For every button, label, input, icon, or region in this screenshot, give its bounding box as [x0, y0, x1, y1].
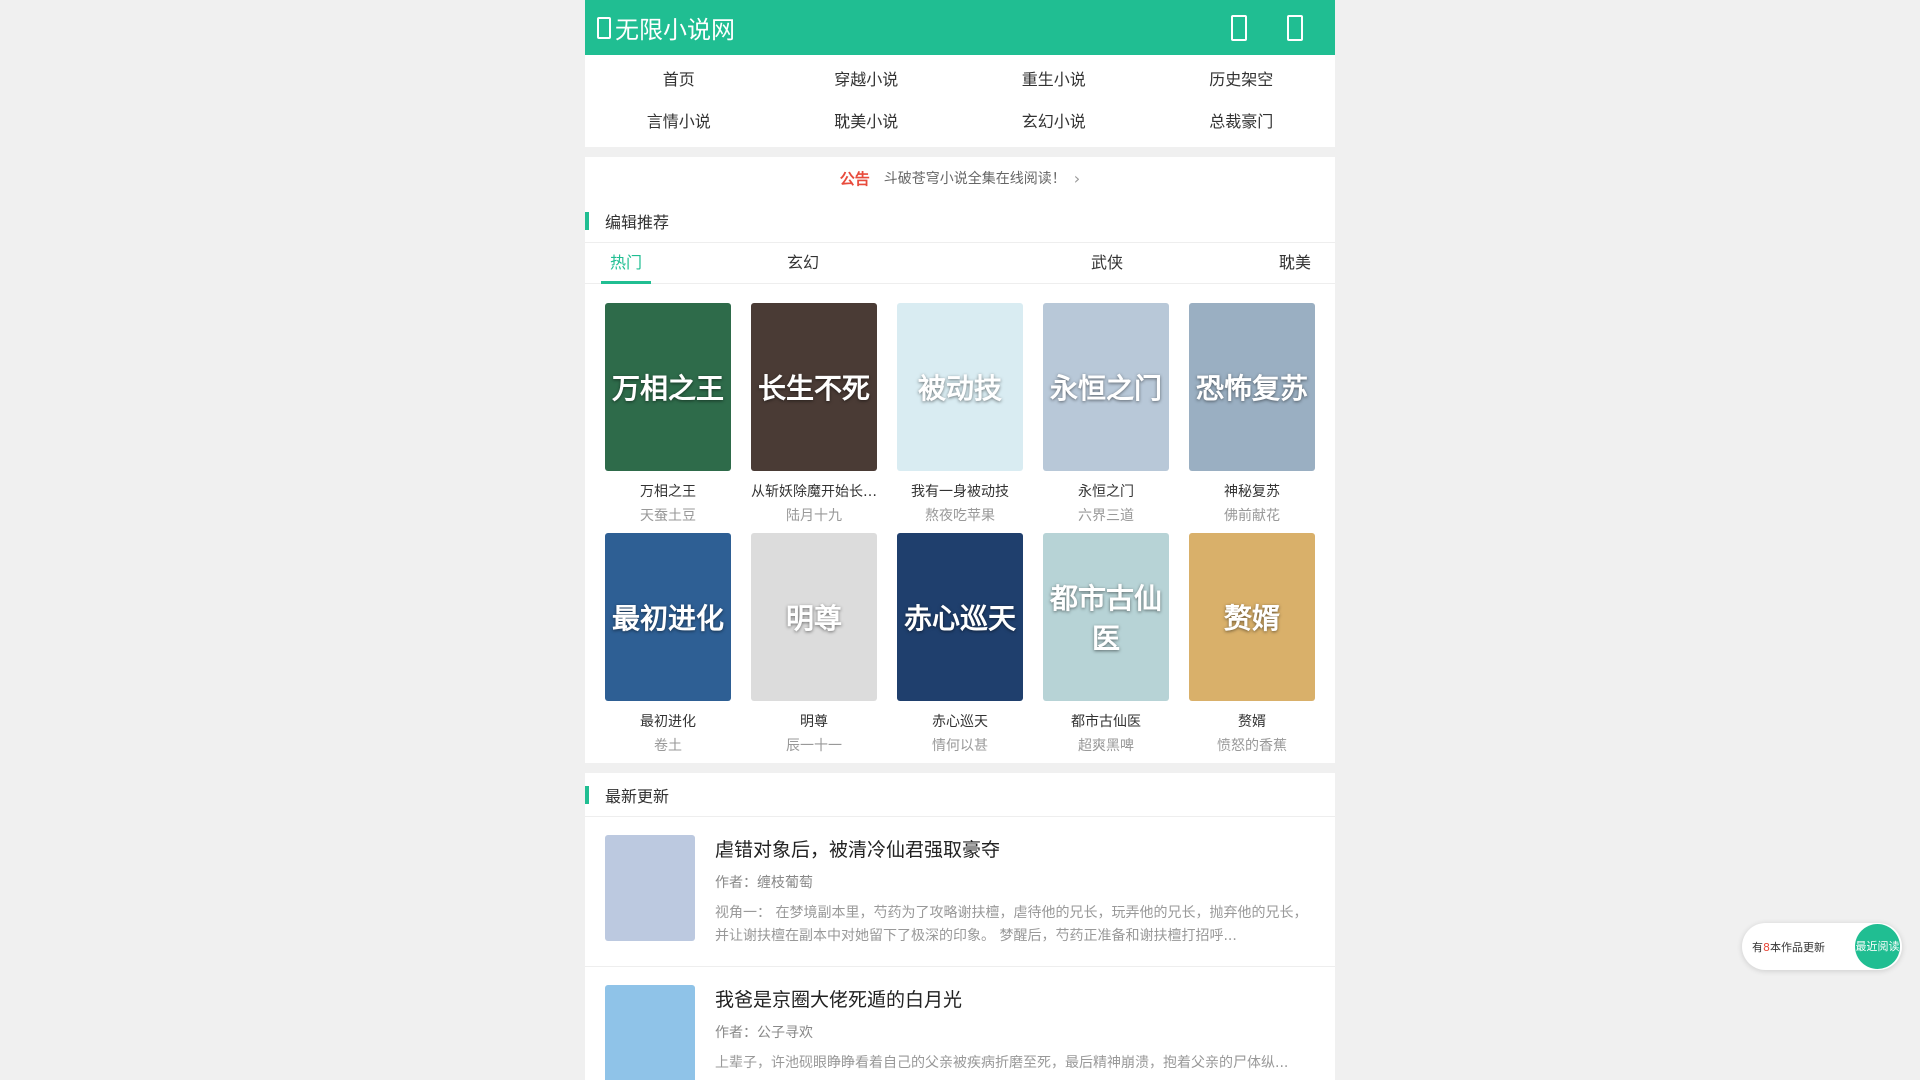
recent-updates-floater[interactable]: 有8本作品更新 最近阅读 [1742, 923, 1902, 970]
book-cover[interactable]: 被动技 [897, 303, 1023, 471]
book-author: 辰一十一 [786, 738, 842, 754]
book-title[interactable]: 都市古仙医 [1043, 711, 1169, 731]
book-author: 天蚕土豆 [640, 508, 696, 524]
book-author: 卷土 [654, 738, 682, 754]
book-cover[interactable]: 恐怖复苏 [1189, 303, 1315, 471]
book-author: 作者：缠枝葡萄 [715, 875, 813, 891]
nav-item-rebirth[interactable]: 重生小说 [960, 59, 1148, 101]
nav-item-romance[interactable]: 言情小说 [585, 101, 773, 143]
book-description: 视角一： 在梦境副本里，芍药为了攻略谢扶檀，虐待他的兄长，玩弄他的兄长，抛弃他的… [715, 905, 1308, 944]
latest-updates-section: 最新更新 虐错对象后，被清冷仙君强取豪夺作者：缠枝葡萄视角一： 在梦境副本里，芍… [585, 773, 1335, 1080]
tab-fantasy[interactable]: 玄幻 [651, 243, 955, 283]
nav-item-fantasy[interactable]: 玄幻小说 [960, 101, 1148, 143]
nav-item-ceo[interactable]: 总裁豪门 [1148, 101, 1336, 143]
section-title: 最新更新 [605, 786, 670, 806]
book-title[interactable]: 赘婿 [1189, 711, 1315, 731]
user-icon[interactable] [1267, 0, 1323, 55]
section-title: 编辑推荐 [605, 212, 670, 232]
book-icon [597, 16, 611, 39]
book-cover[interactable]: 赘婿 [1189, 533, 1315, 701]
book-cover[interactable]: 明尊 [751, 533, 877, 701]
book-card[interactable]: 万相之王 万相之王 天蚕土豆 [605, 303, 731, 525]
nav-item-home[interactable]: 首页 [585, 59, 773, 101]
book-card[interactable]: 都市古仙医 都市古仙医 超爽黑啤 [1043, 533, 1169, 755]
book-author: 陆月十九 [786, 508, 842, 524]
book-author: 六界三道 [1078, 508, 1134, 524]
latest-list: 虐错对象后，被清冷仙君强取豪夺作者：缠枝葡萄视角一： 在梦境副本里，芍药为了攻略… [585, 817, 1335, 1080]
book-author: 超爽黑啤 [1078, 738, 1134, 754]
book-author: 情何以甚 [932, 738, 988, 754]
notice-text: 斗破苍穹小说全集在线阅读！ [883, 171, 1066, 187]
search-icon[interactable] [1211, 0, 1267, 55]
book-description: 上辈子，许池砚眼睁睁看着自己的父亲被疾病折磨至死，最后精神崩溃，抱着父亲的尸体纵… [715, 1055, 1289, 1071]
section-header: 编辑推荐 [585, 199, 1335, 243]
notice-bar[interactable]: 公告 斗破苍穹小说全集在线阅读！ › [585, 157, 1335, 199]
tab-bar: 热门 玄幻 武侠 耽美 [585, 243, 1335, 284]
book-card[interactable]: 被动技我有一身被动技熬夜吃苹果 [897, 303, 1023, 525]
book-title[interactable]: 最初进化 [605, 711, 731, 731]
book-cover[interactable]: 万相之王 [605, 303, 731, 471]
tab-hot[interactable]: 热门 [601, 243, 651, 284]
list-item[interactable]: 虐错对象后，被清冷仙君强取豪夺作者：缠枝葡萄视角一： 在梦境副本里，芍药为了攻略… [585, 817, 1335, 967]
book-author: 作者：公子寻欢 [715, 1025, 813, 1041]
book-title[interactable]: 我有一身被动技 [897, 481, 1023, 501]
book-author: 愤怒的香蕉 [1217, 738, 1287, 754]
book-grid: 万相之王万相之王天蚕土豆长生不死从斩妖除魔开始长生不死陆月十九被动技我有一身被动… [585, 284, 1335, 763]
book-cover[interactable]: 长生不死 [751, 303, 877, 471]
floater-text: 有8本作品更新 [1752, 940, 1825, 954]
book-thumbnail[interactable] [605, 985, 695, 1080]
list-item[interactable]: 我爸是京圈大佬死遁的白月光作者：公子寻欢上辈子，许池砚眼睁睁看着自己的父亲被疾病… [585, 967, 1335, 1080]
book-card[interactable]: 永恒之门 永恒之门 六界三道 [1043, 303, 1169, 525]
section-header: 最新更新 [585, 773, 1335, 817]
book-card[interactable]: 明尊 明尊 辰一十一 [751, 533, 877, 755]
book-author: 佛前献花 [1224, 508, 1280, 524]
book-card[interactable]: 最初进化 最初进化 卷土 [605, 533, 731, 755]
book-title[interactable]: 永恒之门 [1043, 481, 1169, 501]
category-nav: 首页 穿越小说 重生小说 历史架空 言情小说 耽美小说 玄幻小说 总裁豪门 [585, 55, 1335, 147]
nav-item-time-travel[interactable]: 穿越小说 [773, 59, 961, 101]
recent-read-button[interactable]: 最近阅读 [1855, 924, 1900, 969]
mobile-page: 无限小说网 首页 穿越小说 重生小说 历史架空 言情小说 耽美小说 玄幻小说 总… [585, 0, 1335, 1080]
notice-tag: 公告 [839, 169, 870, 188]
book-card[interactable]: 恐怖复苏神秘复苏佛前献花 [1189, 303, 1315, 525]
book-card[interactable]: 长生不死从斩妖除魔开始长生不死陆月十九 [751, 303, 877, 525]
section-accent-bar [585, 785, 589, 804]
book-title[interactable]: 赤心巡天 [897, 711, 1023, 731]
tab-danmei[interactable]: 耽美 [1259, 243, 1319, 283]
nav-item-danmei[interactable]: 耽美小说 [773, 101, 961, 143]
book-thumbnail[interactable] [605, 835, 695, 941]
top-header: 无限小说网 [585, 0, 1335, 55]
book-card[interactable]: 赤心巡天 赤心巡天 情何以甚 [897, 533, 1023, 755]
book-cover[interactable]: 赤心巡天 [897, 533, 1023, 701]
book-cover[interactable]: 永恒之门 [1043, 303, 1169, 471]
book-card[interactable]: 赘婿 赘婿 愤怒的香蕉 [1189, 533, 1315, 755]
nav-item-history[interactable]: 历史架空 [1148, 59, 1336, 101]
book-author: 熬夜吃苹果 [925, 508, 995, 524]
chevron-right-icon: › [1073, 168, 1081, 188]
site-title: 无限小说网 [615, 16, 735, 44]
book-title[interactable]: 神秘复苏 [1189, 481, 1315, 501]
editor-picks-section: 编辑推荐 热门 玄幻 武侠 耽美 万相之王 万相之王 天蚕土豆 长生不死 从斩妖除魔开始… [585, 199, 1335, 763]
book-title[interactable]: 明尊 [751, 711, 877, 731]
tab-wuxia[interactable]: 武侠 [955, 243, 1259, 283]
book-title[interactable]: 我爸是京圈大佬死遁的白月光 [715, 985, 1315, 1012]
book-title[interactable]: 万相之王 [605, 481, 731, 501]
book-cover[interactable]: 都市古仙医 [1043, 533, 1169, 701]
section-accent-bar [585, 211, 589, 230]
site-logo[interactable]: 无限小说网 [597, 10, 1211, 45]
book-title[interactable]: 虐错对象后，被清冷仙君强取豪夺 [715, 835, 1315, 862]
book-cover[interactable]: 最初进化 [605, 533, 731, 701]
book-title[interactable]: 从斩妖除魔开始长生不死 [751, 481, 877, 501]
